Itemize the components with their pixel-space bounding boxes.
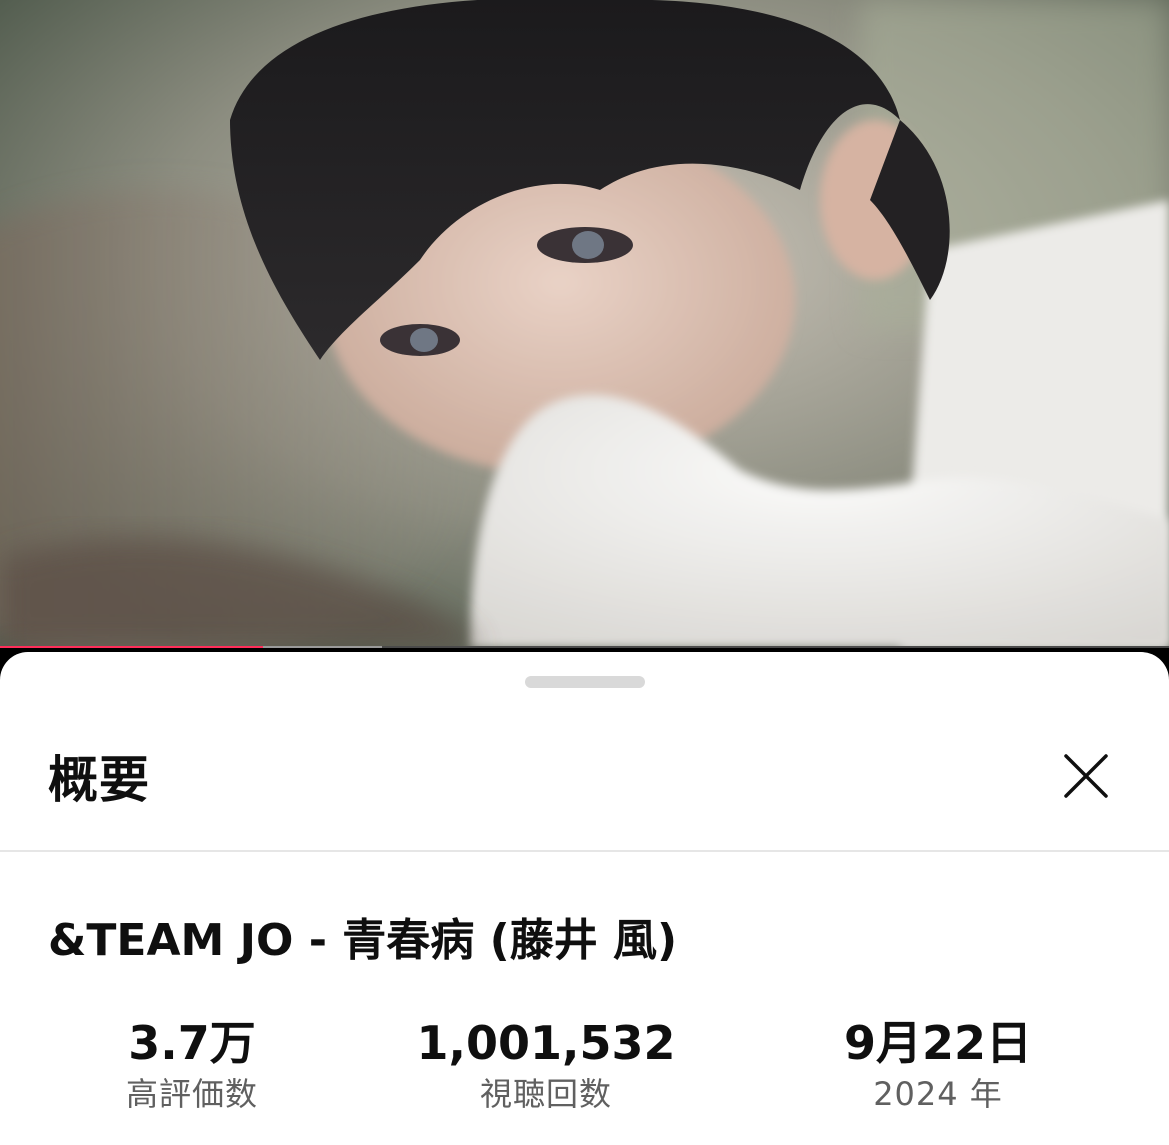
- stat-likes: 3.7万 高評価数: [22, 1014, 362, 1116]
- upload-year: 2024 年: [873, 1075, 1003, 1113]
- stat-views: 1,001,532 視聴回数: [376, 1014, 716, 1116]
- video-title: &TEAM JO - 青春病 (藤井 風): [48, 915, 678, 966]
- video-player[interactable]: [0, 0, 1169, 648]
- video-progress-bar[interactable]: [0, 646, 1169, 648]
- views-label: 視聴回数: [479, 1075, 612, 1113]
- sheet-header: 概要: [0, 712, 1169, 852]
- video-frame-image: [0, 0, 1169, 648]
- upload-date: 9月22日: [843, 1016, 1033, 1070]
- description-sheet: 概要 &TEAM JO - 青春病 (藤井 風) 3.7万 高評価数 1,001…: [0, 652, 1169, 1145]
- video-stats: 3.7万 高評価数 1,001,532 視聴回数 9月22日 2024 年: [0, 1014, 1169, 1134]
- sheet-drag-handle[interactable]: [525, 676, 645, 688]
- close-button[interactable]: [1052, 742, 1120, 810]
- app-screen: 概要 &TEAM JO - 青春病 (藤井 風) 3.7万 高評価数 1,001…: [0, 0, 1169, 1145]
- likes-label: 高評価数: [125, 1075, 258, 1113]
- stat-date: 9月22日 2024 年: [768, 1014, 1108, 1116]
- progress-played: [0, 646, 263, 648]
- sheet-title: 概要: [48, 751, 150, 809]
- likes-count: 3.7万: [128, 1016, 256, 1070]
- views-count: 1,001,532: [416, 1016, 676, 1070]
- close-icon: [1064, 754, 1108, 798]
